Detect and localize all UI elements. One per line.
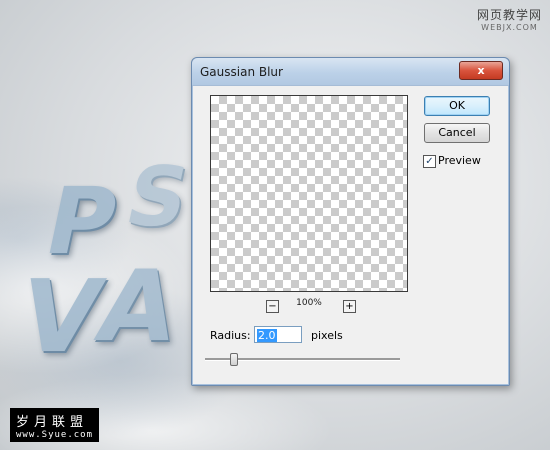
watermark-site-name: 网页教学网 bbox=[476, 8, 542, 22]
zoom-in-button[interactable]: + bbox=[343, 300, 356, 313]
close-button[interactable]: x bbox=[459, 61, 503, 80]
checkmark-icon: ✓ bbox=[425, 156, 434, 167]
watermark-top-right: 网页教学网 WEBJX.COM bbox=[477, 6, 542, 32]
gaussian-blur-dialog: Gaussian Blur x − 100% + OK Cancel ✓ Pre… bbox=[191, 57, 510, 386]
preview-canvas[interactable] bbox=[210, 95, 408, 292]
zoom-out-button[interactable]: − bbox=[266, 300, 279, 313]
preview-label[interactable]: Preview bbox=[438, 154, 481, 167]
watermark-site-name-2: 岁月联盟 bbox=[16, 415, 89, 430]
preview-checkbox[interactable]: ✓ bbox=[423, 155, 436, 168]
close-icon: x bbox=[477, 64, 485, 77]
radius-value: 2.0 bbox=[257, 329, 277, 342]
radius-label: Radius: bbox=[210, 329, 251, 342]
watermark-site-url-2: www.Syue.com bbox=[16, 430, 94, 440]
zoom-level: 100% bbox=[296, 298, 322, 308]
watermark-bottom-left: 岁月联盟 www.Syue.com bbox=[10, 408, 100, 442]
minus-icon: − bbox=[268, 301, 277, 312]
dialog-title: Gaussian Blur bbox=[200, 65, 283, 79]
radius-unit-label: pixels bbox=[311, 329, 343, 342]
watermark-site-url: WEBJX.COM bbox=[481, 23, 538, 32]
radius-slider-thumb[interactable] bbox=[230, 353, 238, 366]
cancel-button[interactable]: Cancel bbox=[424, 123, 490, 143]
dialog-titlebar[interactable]: Gaussian Blur x bbox=[192, 58, 509, 86]
radius-input[interactable]: 2.0 bbox=[254, 326, 302, 343]
plus-icon: + bbox=[345, 301, 354, 312]
ok-button[interactable]: OK bbox=[424, 96, 490, 116]
